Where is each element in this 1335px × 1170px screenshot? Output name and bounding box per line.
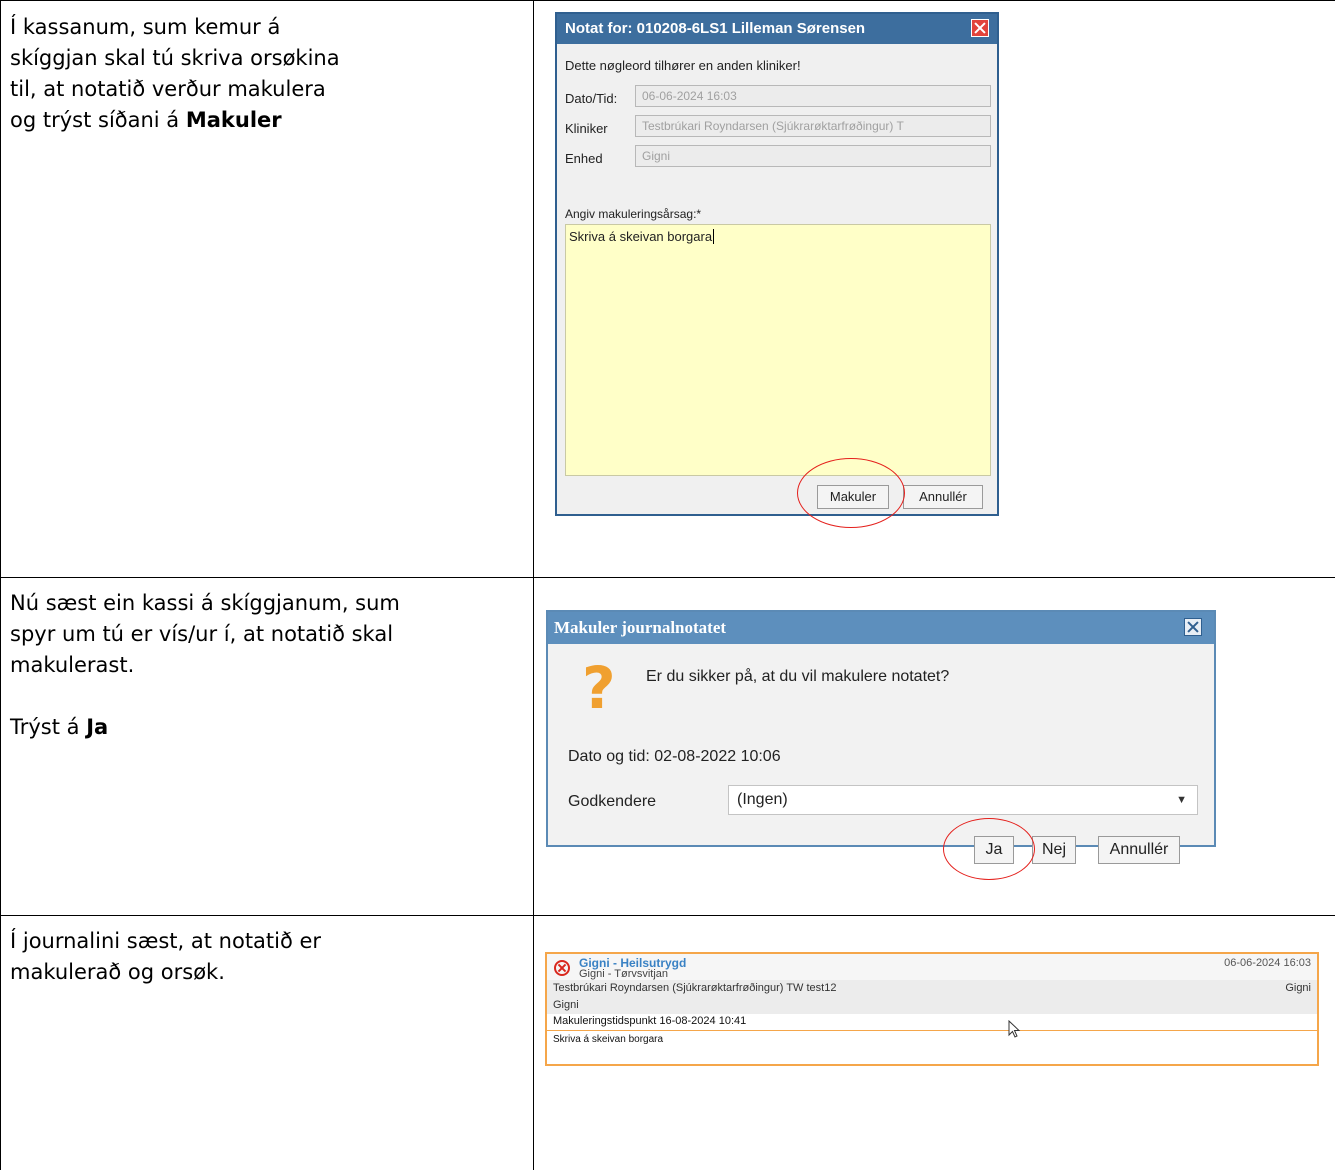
journal-date: 06-06-2024 16:03: [1224, 957, 1311, 969]
table-top-border: [0, 0, 1335, 1]
dialog-titlebar: Notat for: 010208-6LS1 Lilleman Sørensen: [557, 14, 997, 44]
journal-unit: Gigni: [553, 999, 579, 1011]
field-label-kliniker: Kliniker: [565, 121, 608, 136]
instruction-line: Í kassanum, sum kemur á: [10, 15, 281, 39]
godkendere-select[interactable]: (Ingen) ▼: [728, 785, 1198, 815]
warning-text: Dette nøgleord tilhører en anden klinike…: [565, 58, 801, 73]
close-icon[interactable]: [971, 19, 989, 37]
instruction-text: Trýst á: [10, 715, 87, 739]
instruction-step-1: Í kassanum, sum kemur á skíggjan skal tú…: [10, 12, 340, 136]
reason-textarea[interactable]: Skriva á skeivan borgara: [565, 224, 991, 476]
reason-label: Angiv makuleringsårsag:*: [565, 207, 702, 221]
mouse-cursor-icon: [1008, 1020, 1021, 1038]
instruction-line: til, at notatið verður makulera: [10, 77, 326, 101]
confirm-void-dialog: Makuler journalnotatet ? Er du sikker på…: [546, 610, 1216, 864]
highlight-circle: [797, 458, 905, 528]
dropdown-arrow-icon: ▼: [1176, 794, 1187, 806]
instruction-line: Trýst á Ja: [10, 712, 400, 743]
journal-header: Gigni - Heilsutrygd Gigni - Tørvsvitjan …: [547, 954, 1317, 980]
instruction-line: makulerast.: [10, 653, 135, 677]
field-label-enhed: Enhed: [565, 151, 603, 166]
instruction-line: Í journalini sæst, at notatið er: [10, 929, 322, 953]
divider: [547, 1030, 1317, 1031]
instruction-line: og trýst síðani á Makuler: [10, 105, 340, 136]
void-reason: Skriva á skeivan borgara: [553, 1034, 664, 1045]
journal-subtitle: Gigni - Tørvsvitjan: [579, 968, 669, 980]
close-icon[interactable]: [1184, 618, 1202, 636]
text-caret: [713, 229, 715, 244]
field-label-dato: Dato/Tid:: [565, 91, 618, 106]
select-value: (Ingen): [737, 791, 788, 808]
instruction-text: og trýst síðani á: [10, 108, 186, 132]
row-divider-2: [0, 915, 1335, 916]
void-note-dialog: Notat for: 010208-6LS1 Lilleman Sørensen…: [555, 12, 999, 516]
dato-tid-field: 06-06-2024 16:03: [635, 85, 991, 107]
kliniker-field: Testbrúkari Royndarsen (Sjúkrarøktarfrøð…: [635, 115, 991, 137]
instruction-bold: Ja: [86, 715, 109, 739]
table-left-border: [0, 0, 1, 1170]
reason-text: Skriva á skeivan borgara: [569, 229, 713, 244]
voided-x-icon: [554, 960, 570, 976]
void-timestamp: Makuleringstidspunkt 16-08-2024 10:41: [553, 1015, 747, 1027]
journal-unit-right: Gigni: [1285, 982, 1311, 994]
enhed-field: Gigni: [635, 145, 991, 167]
highlight-circle: [943, 818, 1035, 880]
question-icon: ?: [582, 654, 616, 722]
instruction-bold: Makuler: [185, 108, 282, 132]
dialog-titlebar: Makuler journalnotatet: [548, 612, 1214, 644]
instruction-step-2: Nú sæst ein kassi á skíggjanum, sum spyr…: [10, 588, 400, 743]
instruction-line: skíggjan skal tú skriva orsøkina: [10, 46, 340, 70]
dialog-title: Notat for: 010208-6LS1 Lilleman Sørensen: [565, 20, 866, 37]
instruction-line: makulerað og orsøk.: [10, 960, 225, 984]
confirm-question: Er du sikker på, at du vil makulere nota…: [646, 668, 950, 685]
dialog-title: Makuler journalnotatet: [554, 618, 727, 637]
instruction-line: Nú sæst ein kassi á skíggjanum, sum: [10, 591, 400, 615]
instruction-step-3: Í journalini sæst, at notatið er makuler…: [10, 926, 321, 988]
journal-entry[interactable]: Gigni - Heilsutrygd Gigni - Tørvsvitjan …: [545, 952, 1319, 1066]
nej-button[interactable]: Nej: [1032, 836, 1076, 864]
annuller-button[interactable]: Annullér: [903, 485, 983, 509]
date-time-text: Dato og tid: 02-08-2022 10:06: [568, 748, 781, 765]
journal-author: Testbrúkari Royndarsen (Sjúkrarøktarfrøð…: [553, 982, 837, 994]
journal-meta: Testbrúkari Royndarsen (Sjúkrarøktarfrøð…: [547, 980, 1317, 1014]
row-divider-1: [0, 577, 1335, 578]
annuller-button[interactable]: Annullér: [1098, 836, 1180, 864]
instruction-line: spyr um tú er vís/ur í, at notatið skal: [10, 622, 394, 646]
column-divider: [533, 0, 534, 1170]
godkendere-label: Godkendere: [568, 793, 657, 810]
